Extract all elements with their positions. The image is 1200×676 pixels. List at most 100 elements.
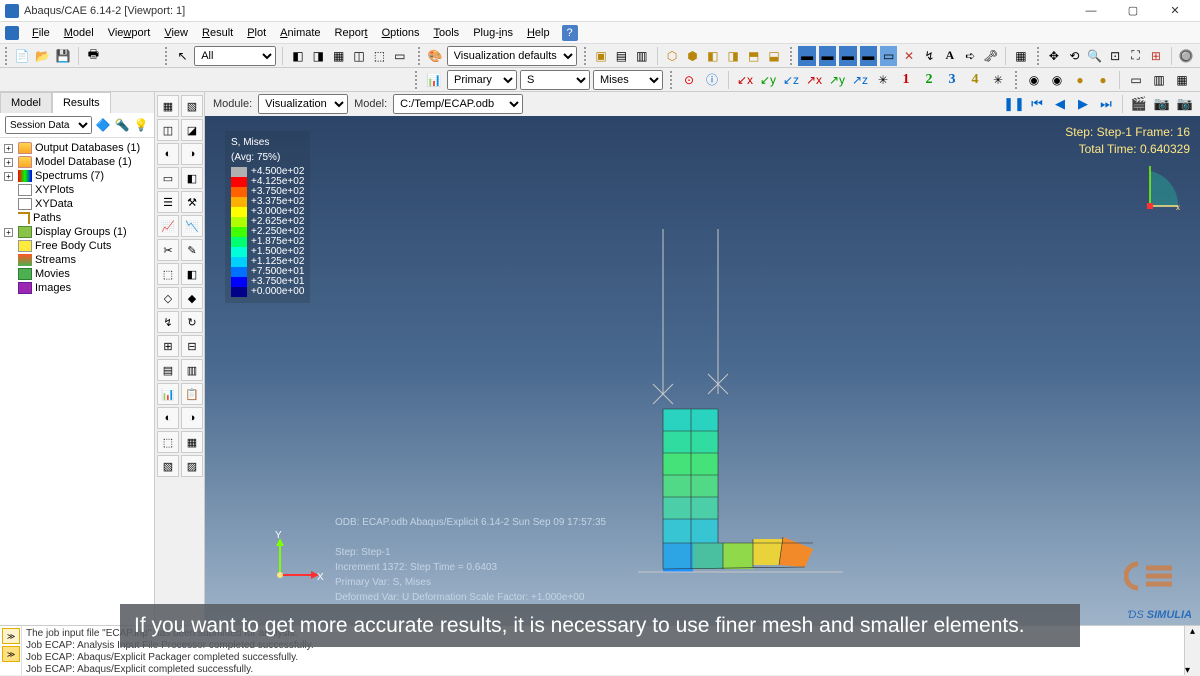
- results-tab[interactable]: Results: [52, 92, 111, 113]
- layer4[interactable]: ●: [1093, 70, 1113, 90]
- key-icon[interactable]: 🗝: [982, 46, 999, 66]
- context-help-icon[interactable]: ?: [562, 25, 578, 41]
- next-frame-button[interactable]: ▶: [1073, 94, 1093, 114]
- sel4[interactable]: ◫: [350, 46, 367, 66]
- iso6[interactable]: ⬓: [765, 46, 782, 66]
- iso5[interactable]: ⬒: [745, 46, 762, 66]
- tool-button-23[interactable]: ▥: [181, 359, 203, 381]
- tool-button-10[interactable]: 📈: [157, 215, 179, 237]
- viz-defaults-select[interactable]: Visualization defaults: [447, 46, 577, 66]
- menu-help[interactable]: Help: [521, 25, 556, 41]
- save-button[interactable]: 💾: [54, 46, 71, 66]
- menu-model[interactable]: Model: [58, 25, 100, 41]
- tool-button-9[interactable]: ⚒: [181, 191, 203, 213]
- zoom-icon[interactable]: 🔍: [1086, 46, 1103, 66]
- sel5[interactable]: ⬚: [371, 46, 388, 66]
- layer2[interactable]: ◉: [1047, 70, 1067, 90]
- fit-icon[interactable]: ⛶: [1127, 46, 1144, 66]
- tool-button-31[interactable]: ▨: [181, 455, 203, 477]
- layer3[interactable]: ●: [1070, 70, 1090, 90]
- tool-button-2[interactable]: ◫: [157, 119, 179, 141]
- vw6[interactable]: ✕: [900, 46, 917, 66]
- iso4[interactable]: ◨: [725, 46, 742, 66]
- console-scrollbar[interactable]: ▴ ▾: [1184, 626, 1200, 675]
- vw3[interactable]: ▬: [839, 46, 856, 66]
- csys-y[interactable]: ↙y: [758, 70, 778, 90]
- sel2[interactable]: ◨: [310, 46, 327, 66]
- variable-type-select[interactable]: Primary: [447, 70, 517, 90]
- select-arrow-icon[interactable]: ↖: [174, 46, 191, 66]
- xtra3[interactable]: ▦: [1172, 70, 1192, 90]
- tree-item[interactable]: Images: [2, 281, 152, 295]
- var-icon[interactable]: 📊: [424, 70, 444, 90]
- autofit-icon[interactable]: ⊞: [1147, 46, 1164, 66]
- sel3[interactable]: ▦: [330, 46, 347, 66]
- tree-item[interactable]: Movies: [2, 267, 152, 281]
- layer1[interactable]: ◉: [1024, 70, 1044, 90]
- view1-button[interactable]: 1: [896, 70, 916, 90]
- module-select[interactable]: Visualization: [258, 94, 348, 114]
- tool-button-29[interactable]: ▦: [181, 431, 203, 453]
- tool-button-21[interactable]: ⊟: [181, 335, 203, 357]
- csys-z[interactable]: ↙z: [781, 70, 801, 90]
- grid-icon[interactable]: ▦: [1012, 46, 1029, 66]
- cursor-icon[interactable]: ➪: [962, 46, 979, 66]
- tool-button-0[interactable]: ▦: [157, 95, 179, 117]
- results-tree[interactable]: +Output Databases (1)+Model Database (1)…: [0, 138, 154, 625]
- vw5[interactable]: ▭: [880, 46, 897, 66]
- csys-all[interactable]: ✳: [873, 70, 893, 90]
- tool-button-19[interactable]: ↻: [181, 311, 203, 333]
- csys-z2[interactable]: ↗z: [850, 70, 870, 90]
- pan-icon[interactable]: ✥: [1045, 46, 1062, 66]
- menu-tools[interactable]: Tools: [428, 25, 466, 41]
- tool-button-30[interactable]: ▧: [157, 455, 179, 477]
- menu-view[interactable]: View: [158, 25, 194, 41]
- tool-button-5[interactable]: ◑: [181, 143, 203, 165]
- menu-result[interactable]: Result: [196, 25, 239, 41]
- tree-item[interactable]: +Output Databases (1): [2, 141, 152, 155]
- tool-button-18[interactable]: ↯: [157, 311, 179, 333]
- zoombox-icon[interactable]: ⊡: [1106, 46, 1123, 66]
- view4-button[interactable]: 4: [965, 70, 985, 90]
- view2-button[interactable]: 2: [919, 70, 939, 90]
- tool-button-16[interactable]: ◇: [157, 287, 179, 309]
- movie-button[interactable]: 🎬: [1129, 94, 1149, 114]
- csys-last[interactable]: ✳: [988, 70, 1008, 90]
- open-button[interactable]: 📂: [34, 46, 51, 66]
- tool-button-27[interactable]: ◑: [181, 407, 203, 429]
- tool-button-11[interactable]: 📉: [181, 215, 203, 237]
- iso3[interactable]: ◧: [704, 46, 721, 66]
- iso1[interactable]: ⬡: [663, 46, 680, 66]
- tree-item[interactable]: +Spectrums (7): [2, 169, 152, 183]
- menu-viewport[interactable]: Viewport: [102, 25, 157, 41]
- render1[interactable]: 🎨: [426, 46, 443, 66]
- tool-button-22[interactable]: ▤: [157, 359, 179, 381]
- probe-icon[interactable]: ⊙: [679, 70, 699, 90]
- camera1-icon[interactable]: 📷: [1152, 94, 1172, 114]
- tool-button-7[interactable]: ◧: [181, 167, 203, 189]
- menu-plugins[interactable]: Plug-ins: [467, 25, 519, 41]
- info-icon[interactable]: ⓘ: [702, 70, 722, 90]
- hidden-icon[interactable]: ▥: [633, 46, 650, 66]
- tree-item[interactable]: +Model Database (1): [2, 155, 152, 169]
- console-msg-icon[interactable]: ≫: [2, 628, 20, 644]
- tool-button-25[interactable]: 📋: [181, 383, 203, 405]
- sel1[interactable]: ◧: [289, 46, 306, 66]
- tool-button-20[interactable]: ⊞: [157, 335, 179, 357]
- tree-item[interactable]: XYPlots: [2, 183, 152, 197]
- wire-icon[interactable]: ▤: [613, 46, 630, 66]
- prev-frame-button[interactable]: ◀: [1050, 94, 1070, 114]
- variable-name-select[interactable]: S: [520, 70, 590, 90]
- menu-file[interactable]: File: [26, 25, 56, 41]
- tool-button-24[interactable]: 📊: [157, 383, 179, 405]
- tree-item[interactable]: XYData: [2, 197, 152, 211]
- cycle-icon[interactable]: 🔘: [1177, 46, 1194, 66]
- annotate-icon[interactable]: A: [941, 46, 958, 66]
- vw4[interactable]: ▬: [860, 46, 877, 66]
- tool-button-28[interactable]: ⬚: [157, 431, 179, 453]
- model-select[interactable]: C:/Temp/ECAP.odb: [393, 94, 523, 114]
- last-frame-button[interactable]: ⏭: [1096, 94, 1116, 114]
- session-find-icon[interactable]: 🔦: [114, 117, 130, 133]
- vw2[interactable]: ▬: [819, 46, 836, 66]
- menu-animate[interactable]: Animate: [274, 25, 326, 41]
